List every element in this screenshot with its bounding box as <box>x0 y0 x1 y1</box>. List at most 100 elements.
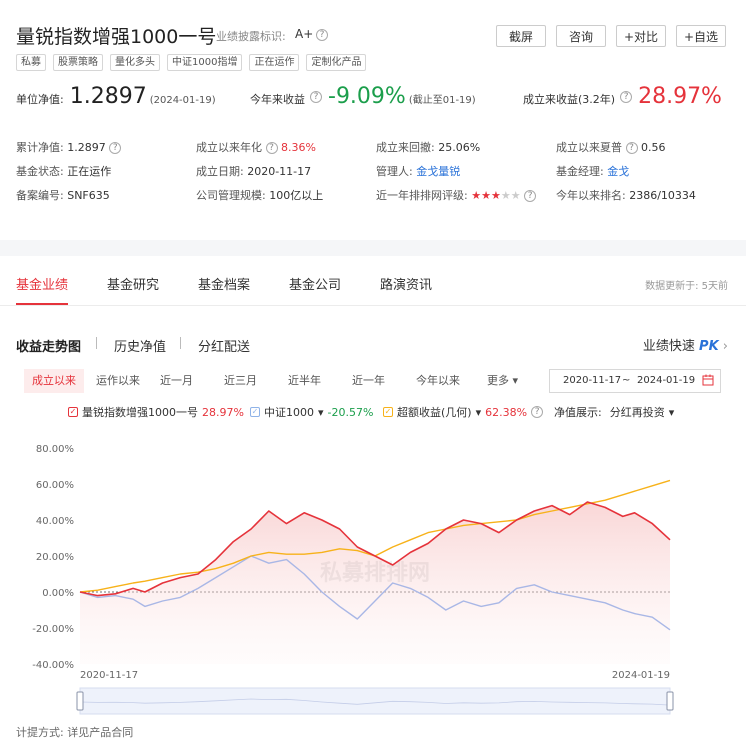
unit-nav-value: 1.2897 <box>69 84 147 109</box>
range-since-operation[interactable]: 运作以来 <box>88 369 148 393</box>
range-navigator <box>79 687 671 715</box>
info-aum: 公司管理规模: 100亿以上 <box>196 189 324 202</box>
navigator-handle-left <box>76 691 84 711</box>
navigator-handle-right <box>666 691 674 711</box>
star-icon: ★ <box>510 189 521 202</box>
legend-excess[interactable]: ✓ 超额收益(几何) ▾ 62.38% ? <box>383 404 544 420</box>
info-rating: 近一年排排网评级: ★★★★★ ? <box>376 187 537 203</box>
legend-index[interactable]: ✓ 中证1000 ▾ -20.57% <box>250 404 373 420</box>
unit-nav: 单位净值: 1.2897 (2024-01-19) <box>16 84 216 109</box>
main-tabs: 基金业绩 基金研究 基金档案 基金公司 路演资讯 数据更新于: 5天前 <box>0 256 746 306</box>
performance-pk-link[interactable]: 业绩快速 PK › <box>643 335 728 354</box>
ytd-return: 今年来收益 ? -9.09% (截止至01-19) <box>250 84 476 109</box>
calendar-icon[interactable] <box>702 370 714 392</box>
help-icon[interactable]: ? <box>531 406 544 418</box>
unit-nav-label: 单位净值: <box>16 93 64 106</box>
y-tick-label: -20.00% <box>32 624 74 635</box>
help-icon[interactable]: ? <box>310 90 322 103</box>
range-since-inception[interactable]: 成立以来 <box>24 369 84 393</box>
fund-title: 量锐指数增强1000一号 <box>16 26 217 48</box>
inception-value: 28.97% <box>638 84 722 109</box>
legend-fund[interactable]: ✓ 量锐指数增强1000一号 28.97% <box>68 404 244 420</box>
screenshot-button[interactable]: 截屏 <box>496 25 546 47</box>
consult-button[interactable]: 咨询 <box>556 25 606 47</box>
date-from[interactable]: 2020-11-17 <box>563 370 621 392</box>
return-chart[interactable]: 80.00% 60.00% 40.00% 20.00% 0.00% -20.00% -40.… <box>0 430 746 720</box>
date-separator: ~ <box>622 375 631 386</box>
active-tab-indicator <box>16 303 68 305</box>
tag: 量化多头 <box>110 54 160 71</box>
caret-down-icon: ▾ <box>512 374 519 387</box>
subtab-dividends[interactable]: 分红配送 <box>198 336 250 355</box>
ytd-value: -9.09% <box>328 84 406 109</box>
inception-label: 成立来收益(3.2年) <box>523 93 616 106</box>
nav-display-select[interactable]: 净值展示: 分红再投资 ▾ <box>554 404 674 420</box>
tab-profile[interactable]: 基金档案 <box>198 274 250 293</box>
date-range-picker[interactable]: 2020-11-17 ~ 2024-01-19 <box>549 369 721 393</box>
tag: 私募 <box>16 54 46 71</box>
range-3m[interactable]: 近三月 <box>216 369 265 393</box>
info-annualized: 成立以来年化 ? 8.36% <box>196 141 316 154</box>
y-tick-label: 20.00% <box>36 552 74 563</box>
checkbox-checked-icon[interactable]: ✓ <box>250 407 260 417</box>
tag: 股票策略 <box>53 54 103 71</box>
help-icon[interactable]: ? <box>524 190 537 202</box>
subtab-history-nav[interactable]: 历史净值 <box>114 336 166 355</box>
tab-roadshow[interactable]: 路演资讯 <box>380 274 432 293</box>
info-sharpe: 成立以来夏普 ? 0.56 <box>556 141 666 154</box>
caret-down-icon[interactable]: ▾ <box>318 406 324 419</box>
range-1m[interactable]: 近一月 <box>152 369 201 393</box>
caret-down-icon[interactable]: ▾ <box>476 406 482 419</box>
range-1y[interactable]: 近一年 <box>344 369 393 393</box>
manager-company-link[interactable]: 金戈量锐 <box>416 165 460 178</box>
info-cumulative-nav: 累计净值: 1.2897 ? <box>16 139 122 155</box>
star-icon: ★ <box>471 189 482 202</box>
help-icon[interactable]: ? <box>316 29 328 41</box>
y-tick-label: 80.00% <box>36 444 74 455</box>
info-manager-company: 管理人: 金戈量锐 <box>376 165 461 178</box>
help-icon[interactable]: ? <box>625 142 638 154</box>
watermark: 私募排排网 <box>320 561 430 586</box>
fund-manager-link[interactable]: 金戈 <box>607 165 629 178</box>
updated-text: 数据更新于: 5天前 <box>645 281 728 292</box>
star-icon: ★ <box>481 189 491 202</box>
tag: 正在运作 <box>249 54 300 71</box>
watchlist-button[interactable]: +自选 <box>676 25 726 47</box>
y-tick-label: 0.00% <box>42 588 74 599</box>
date-to[interactable]: 2024-01-19 <box>637 370 695 392</box>
range-more-dropdown[interactable]: 更多 ▾ <box>479 369 526 393</box>
ytd-label: 今年来收益 <box>250 93 305 106</box>
checkbox-checked-icon[interactable]: ✓ <box>383 407 393 417</box>
ytd-note: (截止至01-19) <box>408 95 476 106</box>
inception-return: 成立来收益(3.2年) ? 28.97% <box>523 84 722 109</box>
tag: 定制化产品 <box>306 54 367 71</box>
action-buttons: 截屏 咨询 +对比 +自选 <box>496 25 726 47</box>
y-tick-label: -40.00% <box>32 660 74 671</box>
help-icon[interactable]: ? <box>265 142 278 154</box>
x-tick-label: 2024-01-19 <box>612 670 670 681</box>
tab-company[interactable]: 基金公司 <box>289 274 341 293</box>
compare-button[interactable]: +对比 <box>616 25 666 47</box>
checkbox-checked-icon[interactable]: ✓ <box>68 407 78 417</box>
subtab-return-trend[interactable]: 收益走势图 <box>16 336 81 355</box>
range-6m[interactable]: 近半年 <box>280 369 329 393</box>
caret-down-icon: ▾ <box>668 405 675 419</box>
divider <box>96 337 97 349</box>
info-status: 基金状态: 正在运作 <box>16 165 112 178</box>
range-ytd[interactable]: 今年以来 <box>408 369 468 393</box>
info-max-drawdown: 成立来回撤: 25.06% <box>376 141 481 154</box>
unit-nav-date: (2024-01-19) <box>149 95 216 106</box>
rating-stars: ★★★★★ <box>471 189 520 202</box>
disclosure-label: 业绩披露标识: <box>216 30 286 43</box>
tab-research[interactable]: 基金研究 <box>107 274 159 293</box>
help-icon[interactable]: ? <box>620 90 633 103</box>
info-rank: 今年以来排名: 2386/10334 <box>556 189 696 202</box>
tab-performance[interactable]: 基金业绩 <box>16 274 68 293</box>
fund-tags: 私募 股票策略 量化多头 中证1000指增 正在运作 定制化产品 <box>16 54 367 71</box>
divider <box>180 337 181 349</box>
info-registration: 备案编号: SNF635 <box>16 189 110 202</box>
fee-method: 计提方式: 详见产品合同 <box>16 726 134 739</box>
disclosure-value: A+ <box>295 27 314 41</box>
star-icon: ★ <box>500 189 511 202</box>
help-icon[interactable]: ? <box>109 142 122 154</box>
